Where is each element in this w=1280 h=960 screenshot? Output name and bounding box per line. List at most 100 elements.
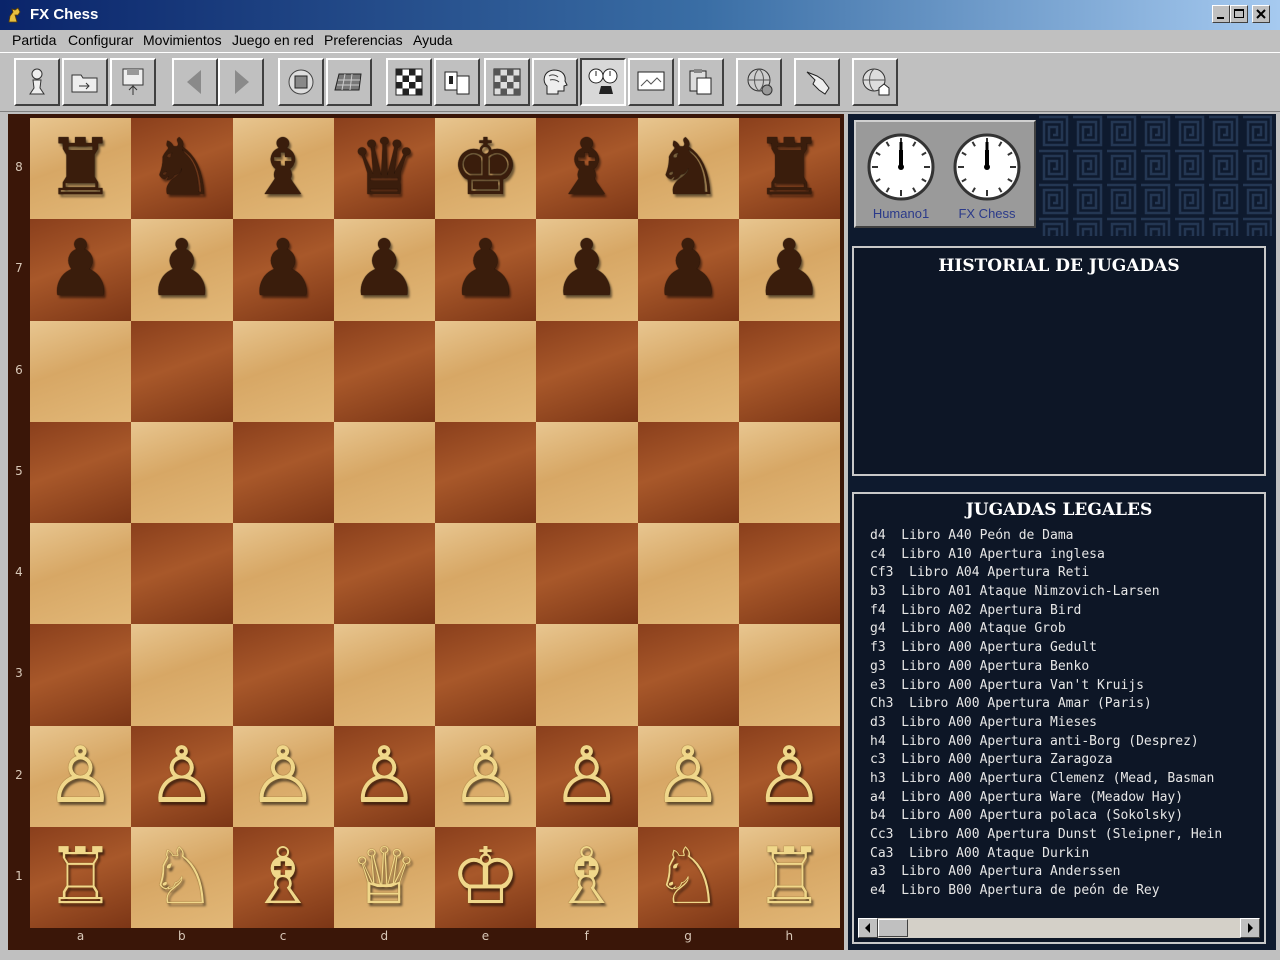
square-b1[interactable]: ♘: [131, 826, 233, 928]
square-b6[interactable]: [131, 320, 233, 422]
white-knight-icon[interactable]: ♘: [131, 827, 232, 928]
black-pawn-icon[interactable]: ♟: [435, 219, 536, 320]
black-knight-icon[interactable]: ♞: [131, 118, 232, 219]
square-h2[interactable]: ♙: [738, 725, 840, 827]
square-c8[interactable]: ♝: [232, 118, 334, 220]
scroll-left-button[interactable]: [858, 918, 878, 938]
legal-move-item[interactable]: a4 Libro A00 Apertura Ware (Meadow Hay): [870, 790, 1264, 809]
black-king-icon[interactable]: ♚: [435, 118, 536, 219]
legal-move-item[interactable]: h4 Libro A00 Apertura anti-Borg (Desprez…: [870, 734, 1264, 753]
black-pawn-icon[interactable]: ♟: [233, 219, 334, 320]
network-game-button[interactable]: [736, 58, 782, 106]
menu-movimientos[interactable]: Movimientos: [143, 32, 222, 48]
square-e2[interactable]: ♙: [435, 725, 537, 827]
legal-move-item[interactable]: g3 Libro A00 Apertura Benko: [870, 659, 1264, 678]
web-button[interactable]: [852, 58, 898, 106]
square-g5[interactable]: [637, 421, 739, 523]
copy-button[interactable]: [434, 58, 480, 106]
open-button[interactable]: [62, 58, 108, 106]
square-a1[interactable]: ♖: [30, 826, 132, 928]
square-b4[interactable]: [131, 523, 233, 625]
black-queen-icon[interactable]: ♛: [334, 118, 435, 219]
menu-ayuda[interactable]: Ayuda: [413, 32, 452, 48]
save-button[interactable]: [110, 58, 156, 106]
black-rook-icon[interactable]: ♜: [30, 118, 131, 219]
menu-partida[interactable]: Partida: [12, 32, 56, 48]
white-rook-icon[interactable]: ♖: [739, 827, 840, 928]
legal-moves-scrollbar[interactable]: [858, 918, 1260, 938]
square-d7[interactable]: ♟: [333, 219, 435, 321]
square-f8[interactable]: ♝: [536, 118, 638, 220]
square-e8[interactable]: ♚: [435, 118, 537, 220]
square-e5[interactable]: [435, 421, 537, 523]
square-b2[interactable]: ♙: [131, 725, 233, 827]
black-pawn-icon[interactable]: ♟: [536, 219, 637, 320]
legal-move-item[interactable]: b3 Libro A01 Ataque Nimzovich-Larsen: [870, 584, 1264, 603]
square-e4[interactable]: [435, 523, 537, 625]
square-g2[interactable]: ♙: [637, 725, 739, 827]
black-pawn-icon[interactable]: ♟: [131, 219, 232, 320]
previous-move-button[interactable]: [172, 58, 218, 106]
white-rook-icon[interactable]: ♖: [30, 827, 131, 928]
menu-preferencias[interactable]: Preferencias: [324, 32, 403, 48]
square-e7[interactable]: ♟: [435, 219, 537, 321]
square-a4[interactable]: [30, 523, 132, 625]
square-d1[interactable]: ♕: [333, 826, 435, 928]
square-d3[interactable]: [333, 624, 435, 726]
square-c5[interactable]: [232, 421, 334, 523]
square-f6[interactable]: [536, 320, 638, 422]
square-g6[interactable]: [637, 320, 739, 422]
flip-board-button[interactable]: [484, 58, 530, 106]
legal-move-item[interactable]: Cc3 Libro A00 Apertura Dunst (Sleipner, …: [870, 827, 1264, 846]
square-e1[interactable]: ♔: [435, 826, 537, 928]
white-pawn-icon[interactable]: ♙: [30, 726, 131, 827]
legal-move-item[interactable]: e3 Libro A00 Apertura Van't Kruijs: [870, 678, 1264, 697]
square-c2[interactable]: ♙: [232, 725, 334, 827]
square-e3[interactable]: [435, 624, 537, 726]
legal-move-item[interactable]: Ca3 Libro A00 Ataque Durkin: [870, 846, 1264, 865]
new-game-button[interactable]: [14, 58, 60, 106]
square-f3[interactable]: [536, 624, 638, 726]
white-queen-icon[interactable]: ♕: [334, 827, 435, 928]
square-g8[interactable]: ♞: [637, 118, 739, 220]
paste-button[interactable]: [678, 58, 724, 106]
board-2d-button[interactable]: [386, 58, 432, 106]
square-g3[interactable]: [637, 624, 739, 726]
white-king-icon[interactable]: ♔: [435, 827, 536, 928]
white-pawn-icon[interactable]: ♙: [536, 726, 637, 827]
black-pawn-icon[interactable]: ♟: [638, 219, 739, 320]
legal-move-item[interactable]: d3 Libro A00 Apertura Mieses: [870, 715, 1264, 734]
square-a3[interactable]: [30, 624, 132, 726]
square-e6[interactable]: [435, 320, 537, 422]
square-h8[interactable]: ♜: [738, 118, 840, 220]
square-f2[interactable]: ♙: [536, 725, 638, 827]
legal-move-item[interactable]: e4 Libro B00 Apertura de peón de Rey: [870, 883, 1264, 902]
black-pawn-icon[interactable]: ♟: [739, 219, 840, 320]
square-g7[interactable]: ♟: [637, 219, 739, 321]
square-b3[interactable]: [131, 624, 233, 726]
scroll-right-button[interactable]: [1240, 918, 1260, 938]
legal-move-item[interactable]: b4 Libro A00 Apertura polaca (Sokolsky): [870, 808, 1264, 827]
white-pawn-icon[interactable]: ♙: [131, 726, 232, 827]
black-pawn-icon[interactable]: ♟: [334, 219, 435, 320]
square-c3[interactable]: [232, 624, 334, 726]
white-pawn-icon[interactable]: ♙: [334, 726, 435, 827]
legal-move-item[interactable]: Ch3 Libro A00 Apertura Amar (Paris): [870, 696, 1264, 715]
board-3d-button[interactable]: [326, 58, 372, 106]
legal-move-item[interactable]: f4 Libro A02 Apertura Bird: [870, 603, 1264, 622]
white-pawn-icon[interactable]: ♙: [638, 726, 739, 827]
square-d4[interactable]: [333, 523, 435, 625]
legal-move-item[interactable]: Cf3 Libro A04 Apertura Reti: [870, 565, 1264, 584]
square-c4[interactable]: [232, 523, 334, 625]
square-h6[interactable]: [738, 320, 840, 422]
white-pawn-icon[interactable]: ♙: [233, 726, 334, 827]
black-knight-icon[interactable]: ♞: [638, 118, 739, 219]
black-pawn-icon[interactable]: ♟: [30, 219, 131, 320]
square-a7[interactable]: ♟: [30, 219, 132, 321]
black-rook-icon[interactable]: ♜: [739, 118, 840, 219]
square-h4[interactable]: [738, 523, 840, 625]
square-f7[interactable]: ♟: [536, 219, 638, 321]
square-f4[interactable]: [536, 523, 638, 625]
square-h7[interactable]: ♟: [738, 219, 840, 321]
next-move-button[interactable]: [218, 58, 264, 106]
